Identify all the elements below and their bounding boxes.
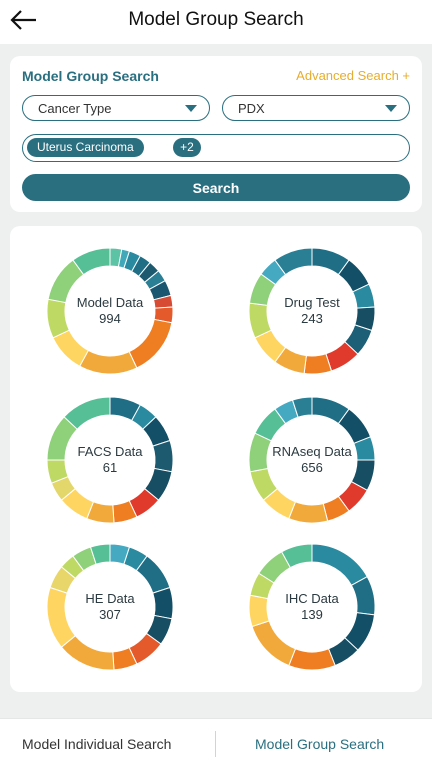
- donut-center: IHC Data 139: [246, 541, 378, 673]
- chart-count: 307: [99, 607, 121, 622]
- model-type-select[interactable]: PDX: [222, 95, 410, 121]
- chart-label: Drug Test: [284, 295, 340, 310]
- chart-label: Model Data: [76, 295, 144, 310]
- cancer-tags-field[interactable]: Uterus Carcinoma +2: [22, 134, 410, 162]
- chart-label: FACS Data: [77, 444, 143, 459]
- search-card-title: Model Group Search: [22, 68, 159, 84]
- donut-chart-model-data[interactable]: Model Data 994: [44, 245, 176, 377]
- advanced-search-link[interactable]: Advanced Search +: [296, 68, 410, 83]
- cancer-type-value: Cancer Type: [38, 101, 112, 116]
- donut-chart-he-data[interactable]: HE Data 307: [44, 541, 176, 673]
- top-bar: Model Group Search: [0, 0, 432, 44]
- chart-count: 139: [301, 607, 323, 622]
- chart-label: HE Data: [85, 591, 135, 606]
- caret-down-icon: [185, 105, 197, 112]
- chart-count: 61: [102, 460, 118, 475]
- chart-count: 994: [99, 311, 121, 326]
- tag-chip[interactable]: Uterus Carcinoma: [27, 138, 144, 157]
- tab-model-individual-search[interactable]: Model Individual Search: [22, 736, 171, 752]
- donut-center: FACS Data 61: [44, 394, 176, 526]
- donut-center: HE Data 307: [44, 541, 176, 673]
- chart-label: IHC Data: [285, 591, 339, 606]
- search-button[interactable]: Search: [22, 174, 410, 201]
- cancer-type-select[interactable]: Cancer Type: [22, 95, 210, 121]
- donut-chart-facs-data[interactable]: FACS Data 61: [44, 394, 176, 526]
- tab-divider: [215, 731, 216, 757]
- bottom-tab-bar: Model Individual Search Model Group Sear…: [0, 718, 432, 769]
- caret-down-icon: [385, 105, 397, 112]
- search-card: Model Group Search Advanced Search + Can…: [10, 56, 422, 212]
- chart-count: 243: [301, 311, 323, 326]
- donut-chart-drug-test[interactable]: Drug Test 243: [246, 245, 378, 377]
- page-title: Model Group Search: [128, 9, 304, 30]
- donut-center: Model Data 994: [44, 245, 176, 377]
- donut-chart-rnaseq-data[interactable]: RNAseq Data 656: [246, 394, 378, 526]
- model-type-value: PDX: [238, 101, 265, 116]
- chart-label: RNAseq Data: [272, 444, 352, 459]
- donut-center: Drug Test 243: [246, 245, 378, 377]
- donut-chart-ihc-data[interactable]: IHC Data 139: [246, 541, 378, 673]
- tab-model-group-search[interactable]: Model Group Search: [255, 736, 384, 752]
- more-tags-badge[interactable]: +2: [173, 138, 201, 157]
- chart-count: 656: [301, 460, 323, 475]
- charts-card: Model Data 994 Drug Test 243 FACS Data 6…: [10, 226, 422, 692]
- donut-center: RNAseq Data 656: [246, 394, 378, 526]
